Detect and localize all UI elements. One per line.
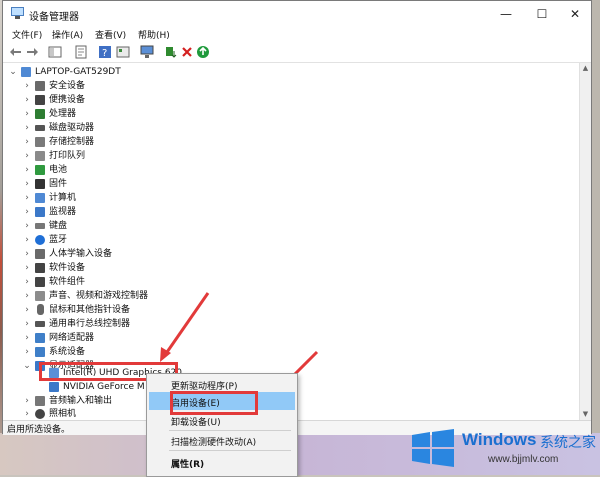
menu-separator (169, 430, 291, 431)
annotation-arrows (160, 292, 319, 397)
menu-item-scan-hardware[interactable]: 扫描检测硬件改动(A) (171, 435, 256, 448)
windows-logo-icon (412, 429, 454, 467)
menu-item-uninstall-device[interactable]: 卸载设备(U) (171, 415, 221, 428)
watermark-url: www.bjjmlv.com (488, 454, 559, 465)
watermark-brand: Windows (462, 430, 537, 449)
watermark: Windows 系统之家 www.bjjmlv.com (400, 420, 600, 475)
red-arrow-icon (160, 292, 210, 362)
watermark-cn: 系统之家 (540, 435, 596, 451)
highlight-box-enable-device (170, 391, 258, 415)
menu-separator (169, 450, 291, 451)
menu-item-properties[interactable]: 属性(R) (171, 457, 204, 470)
context-menu: 更新驱动程序(P) 启用设备(E) 卸载设备(U) 扫描检测硬件改动(A) 属性… (146, 373, 298, 477)
